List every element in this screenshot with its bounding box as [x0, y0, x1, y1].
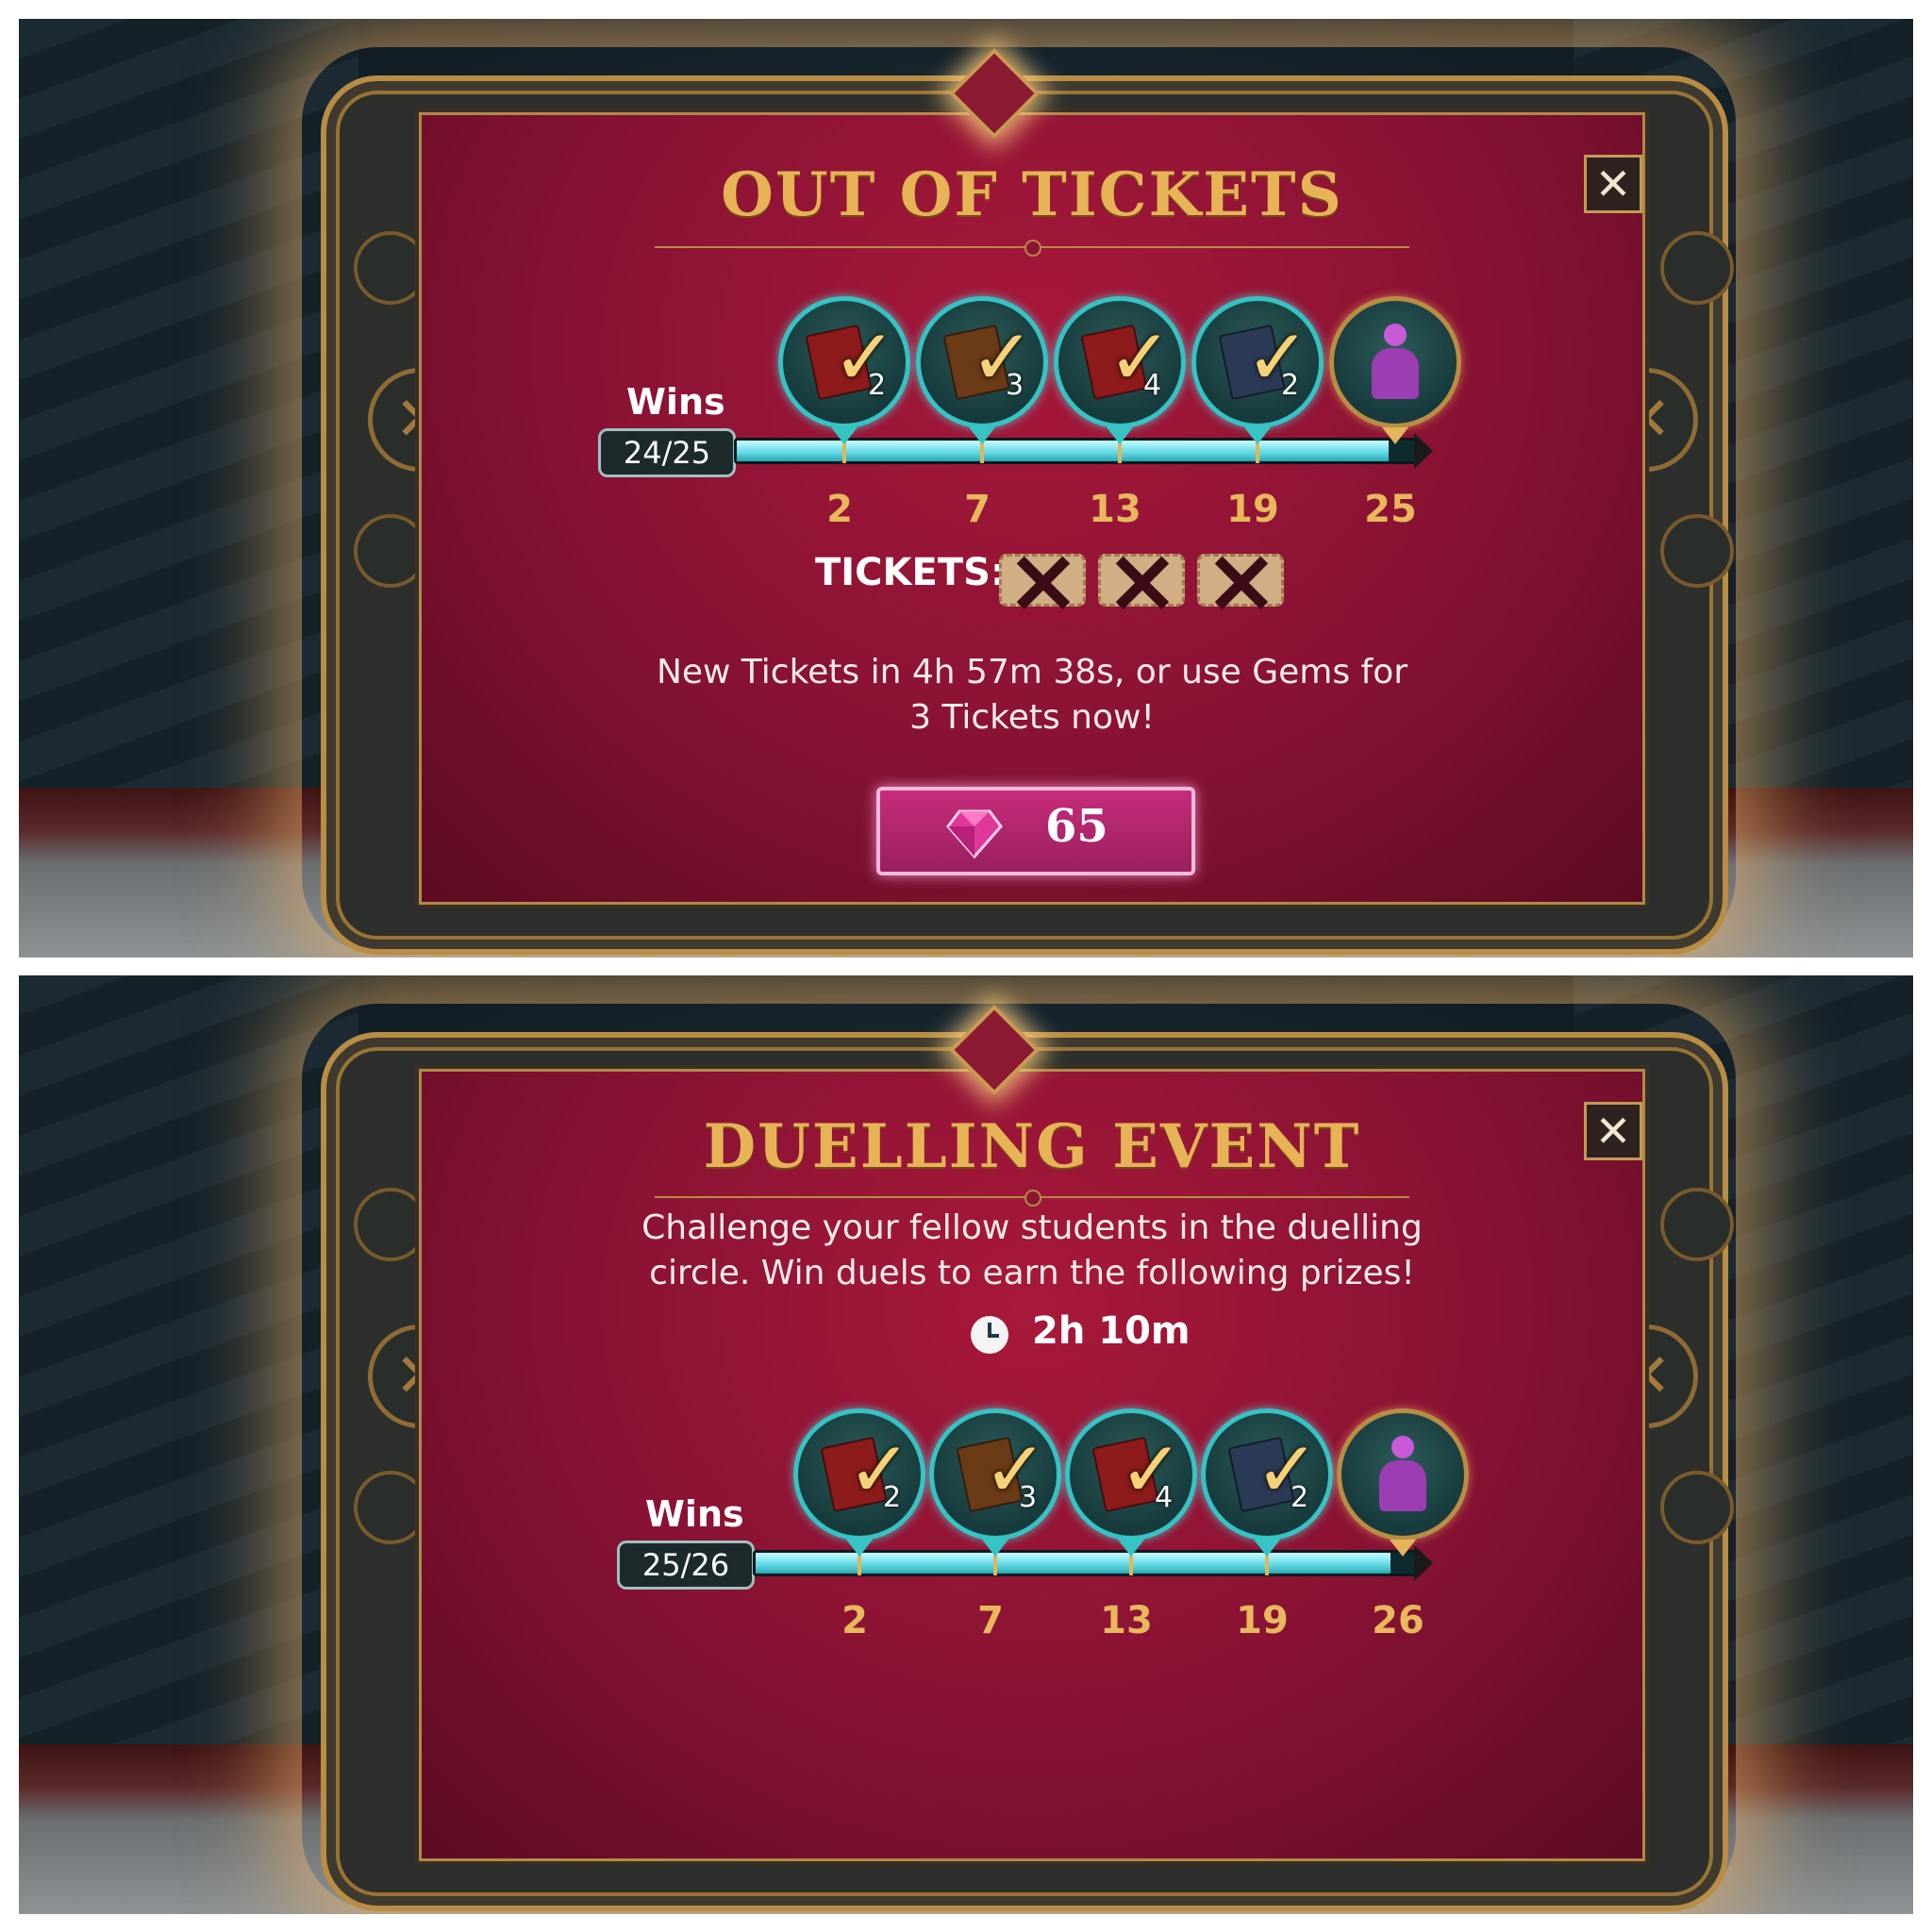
dialog-panel: OUT OF TICKETS ✕ Wins 24/25 2 7 13 19 25…	[415, 108, 1649, 908]
gem-cost: 65	[1045, 800, 1108, 853]
event-timer: 2h 10m	[1032, 1309, 1191, 1353]
ticket-refresh-message: New Tickets in 4h 57m 38s, or use Gems f…	[656, 653, 1408, 737]
rune-ornament-icon	[1660, 1471, 1734, 1544]
dialog-panel: DUELLING EVENT ✕ Challenge your fellow s…	[415, 1065, 1649, 1865]
dialog-title: DUELLING EVENT	[703, 1111, 1361, 1182]
reward-duellist-figure[interactable]	[1337, 1408, 1469, 1557]
gem-icon	[946, 809, 1003, 859]
reward-red-book[interactable]: ✓ 2	[778, 296, 910, 444]
title-divider	[655, 240, 1409, 257]
milestone-label: 19	[1236, 1599, 1289, 1642]
milestone-label: 7	[964, 488, 991, 531]
ticket-used-icon: ×	[1098, 535, 1185, 625]
title-divider	[655, 1190, 1409, 1207]
reward-brown-book[interactable]: ✓ 3	[916, 296, 1048, 444]
milestone-label: 26	[1372, 1599, 1424, 1642]
ticket-used-icon: ×	[999, 535, 1086, 625]
ticket-used-icon: ×	[1197, 535, 1284, 625]
reward-brown-book[interactable]: ✓ 3	[929, 1408, 1061, 1557]
out-of-tickets-screen: ✕ ✕ OUT OF TICKETS ✕ Wins 24/25 2 7 13 1…	[19, 19, 1913, 958]
milestone-label: 19	[1226, 488, 1279, 531]
reward-red-book[interactable]: ✓ 4	[1065, 1408, 1197, 1557]
event-description: Challenge your fellow students in the du…	[641, 1208, 1423, 1292]
wins-label: Wins	[626, 381, 725, 423]
milestone-label: 13	[1089, 488, 1141, 531]
milestone-label: 2	[826, 488, 853, 531]
tickets-label: TICKETS:	[815, 551, 1006, 594]
reward-blue-book[interactable]: ✓ 2	[1201, 1408, 1333, 1557]
reward-blue-book[interactable]: ✓ 2	[1191, 296, 1324, 444]
buy-tickets-gem-button[interactable]: 65	[876, 787, 1195, 875]
milestone-label: 13	[1100, 1599, 1153, 1642]
close-icon: ✕	[1594, 158, 1632, 209]
clock-icon	[971, 1316, 1008, 1354]
wins-counter: 24/25	[598, 428, 736, 477]
rune-ornament-icon	[1660, 514, 1734, 588]
purple-duellist-figure-icon	[1372, 324, 1419, 399]
close-button[interactable]: ✕	[1584, 155, 1642, 213]
rune-ornament-icon	[1660, 231, 1734, 305]
reward-red-book[interactable]: ✓ 2	[793, 1408, 925, 1557]
milestone-label: 25	[1364, 488, 1417, 531]
dialog-title: OUT OF TICKETS	[721, 159, 1343, 230]
reward-duellist-figure[interactable]	[1329, 296, 1461, 444]
reward-red-book[interactable]: ✓ 4	[1054, 296, 1186, 444]
milestone-label: 7	[977, 1599, 1004, 1642]
purple-duellist-figure-icon	[1379, 1436, 1426, 1511]
wins-label: Wins	[645, 1493, 744, 1535]
close-icon: ✕	[1594, 1106, 1632, 1157]
rune-ornament-icon	[1660, 1188, 1734, 1261]
wins-counter: 25/26	[617, 1541, 755, 1590]
duelling-event-screen: ✕ ✕ DUELLING EVENT ✕ Challenge your fell…	[19, 975, 1913, 1914]
close-button[interactable]: ✕	[1584, 1102, 1642, 1160]
milestone-label: 2	[841, 1599, 868, 1642]
